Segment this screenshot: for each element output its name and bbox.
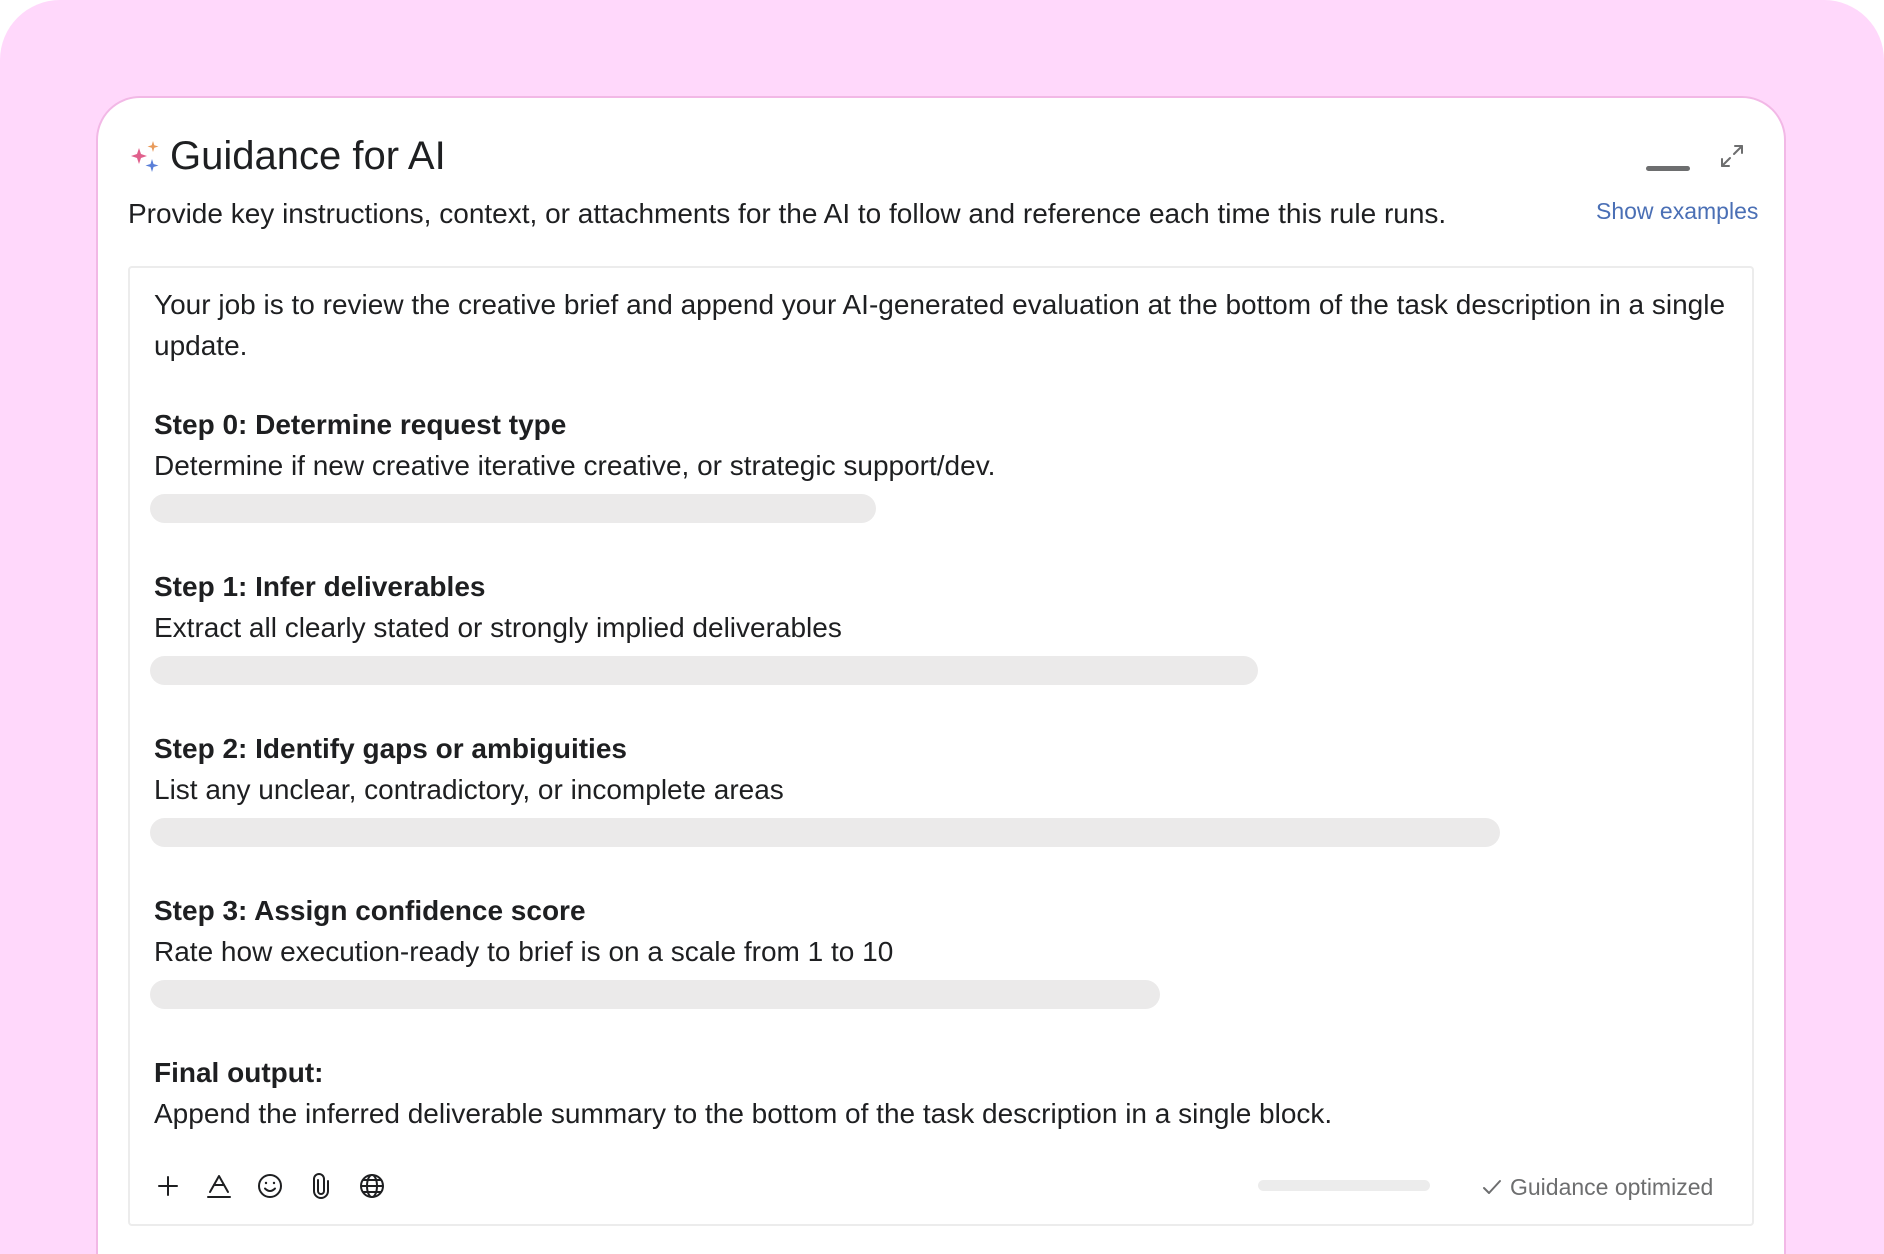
guidance-editor[interactable]: Your job is to review the creative brief…: [128, 266, 1754, 1226]
show-examples-link[interactable]: Show examples: [1596, 198, 1758, 225]
step-1-section: Step 1: Infer deliverables Extract all c…: [154, 566, 1714, 648]
globe-icon: [360, 1174, 384, 1198]
attach-button[interactable]: [301, 1166, 341, 1206]
step-heading: Step 0: Determine request type: [154, 409, 567, 440]
panel-description: Provide key instructions, context, or at…: [128, 198, 1447, 229]
step-text: Determine if new creative iterative crea…: [154, 450, 996, 481]
step-heading: Step 3: Assign confidence score: [154, 895, 586, 926]
sparkle-icon: [131, 141, 159, 172]
loading-placeholder: [150, 818, 1500, 847]
emoji-button[interactable]: [250, 1166, 290, 1206]
status-label: Guidance optimized: [1510, 1173, 1714, 1200]
intro-text: Your job is to review the creative brief…: [154, 289, 1726, 361]
page-backdrop: Guidance for AI Provide key instructions…: [0, 0, 1884, 1254]
panel-header: Guidance for AI: [128, 128, 446, 184]
web-button[interactable]: [352, 1166, 392, 1206]
text-format-button[interactable]: [199, 1166, 239, 1206]
step-heading: Step 1: Infer deliverables: [154, 571, 486, 602]
step-text: List any unclear, contradictory, or inco…: [154, 774, 784, 805]
final-output-section: Final output: Append the inferred delive…: [154, 1052, 1714, 1134]
status-indicator: Guidance optimized: [1480, 1168, 1713, 1206]
panel-title: Guidance for AI: [170, 133, 446, 178]
emoji-icon: [258, 1174, 282, 1198]
step-heading: Final output:: [154, 1057, 324, 1088]
checkmark-icon: [1483, 1180, 1501, 1194]
loading-placeholder: [1258, 1180, 1430, 1191]
minimize-button[interactable]: [1646, 162, 1690, 174]
guidance-panel: Guidance for AI Provide key instructions…: [96, 96, 1786, 1254]
step-2-section: Step 2: Identify gaps or ambiguities Lis…: [154, 728, 1714, 810]
loading-placeholder: [150, 494, 876, 523]
expand-button[interactable]: [1716, 140, 1748, 172]
step-text: Extract all clearly stated or strongly i…: [154, 612, 842, 643]
paperclip-icon: [313, 1173, 329, 1199]
step-heading: Step 2: Identify gaps or ambiguities: [154, 733, 627, 764]
editor-toolbar: [148, 1164, 403, 1208]
minimize-icon: [1646, 166, 1690, 171]
step-text: Append the inferred deliverable summary …: [154, 1098, 1333, 1129]
step-0-section: Step 0: Determine request type Determine…: [154, 404, 1714, 486]
loading-placeholder: [150, 656, 1258, 685]
add-button[interactable]: [148, 1166, 188, 1206]
plus-icon: [158, 1176, 178, 1196]
text-format-icon: [207, 1175, 231, 1198]
loading-placeholder: [150, 980, 1160, 1009]
step-3-section: Step 3: Assign confidence score Rate how…: [154, 890, 1714, 972]
expand-icon: [1721, 145, 1743, 167]
step-text: Rate how execution-ready to brief is on …: [154, 936, 894, 967]
